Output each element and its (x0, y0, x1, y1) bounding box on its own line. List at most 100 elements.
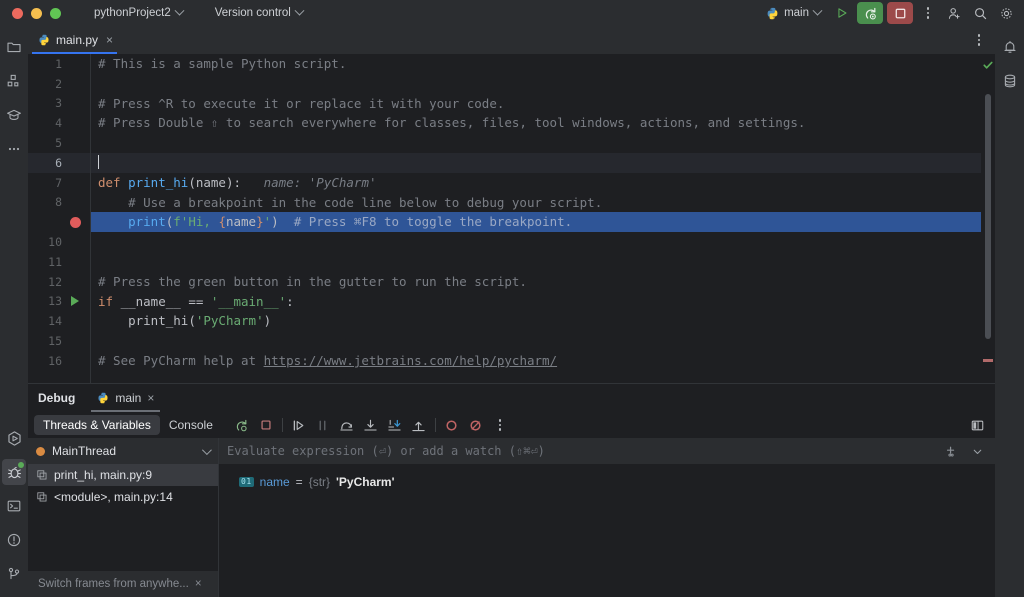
maximize-window-button[interactable] (50, 8, 61, 19)
breakpoint-icon (66, 217, 84, 228)
frames-hint-bar[interactable]: Switch frames from anywhe... × (28, 571, 218, 597)
account-button[interactable] (942, 2, 966, 24)
gutter-row[interactable]: 1 (28, 54, 90, 74)
step-into-button[interactable] (359, 414, 383, 436)
code-line[interactable]: print_hi('PyCharm') (90, 311, 981, 331)
sidebar-item-run[interactable] (2, 425, 26, 451)
evaluate-expression-bar[interactable]: Evaluate expression (⏎) or add a watch (… (219, 438, 995, 464)
debug-session-tab[interactable]: main × (89, 384, 162, 412)
gutter-row[interactable]: 16 (28, 351, 90, 371)
editor-tab-main-py[interactable]: main.py × (28, 26, 121, 54)
code-line[interactable] (90, 232, 981, 252)
thread-selector[interactable]: MainThread (28, 438, 218, 464)
watch-options-button[interactable] (965, 440, 989, 462)
error-stripe-mark[interactable] (983, 359, 993, 362)
resume-icon (291, 418, 306, 433)
mute-breakpoints-button[interactable] (464, 414, 488, 436)
code-line[interactable]: # Press the green button in the gutter t… (90, 272, 981, 292)
code-line[interactable]: def print_hi(name): name: 'PyCharm' (90, 173, 981, 193)
gutter-row[interactable]: 6 (28, 153, 90, 173)
sidebar-item-structure[interactable] (2, 68, 26, 94)
gutter-row[interactable]: 15 (28, 331, 90, 351)
editor-scrollbar-thumb[interactable] (985, 94, 991, 339)
gutter-row[interactable] (28, 212, 90, 232)
gutter-row[interactable]: 12 (28, 272, 90, 292)
sidebar-item-learn[interactable] (2, 102, 26, 128)
sidebar-item-terminal[interactable] (2, 493, 26, 519)
code-token: : (286, 294, 294, 309)
layout-settings-button[interactable] (965, 414, 989, 436)
variable-row[interactable]: 01name={str}'PyCharm' (219, 472, 995, 492)
frames-list[interactable]: print_hi, main.py:9<module>, main.py:14 (28, 464, 218, 508)
force-step-into-button[interactable] (383, 414, 407, 436)
variables-list[interactable]: 01name={str}'PyCharm' (219, 464, 995, 597)
version-control-selector[interactable]: Version control (208, 3, 310, 23)
gutter-row[interactable]: 10 (28, 232, 90, 252)
code-line[interactable] (90, 133, 981, 153)
gutter-row[interactable]: 4 (28, 113, 90, 133)
sidebar-item-debug[interactable] (2, 459, 26, 485)
code-line[interactable]: if __name__ == '__main__': (90, 292, 981, 312)
run-button[interactable] (830, 2, 854, 24)
close-tab-button[interactable]: × (106, 33, 113, 47)
close-session-button[interactable]: × (147, 391, 154, 405)
code-content[interactable]: # This is a sample Python script. # Pres… (90, 54, 981, 383)
run-gutter-icon[interactable] (66, 296, 84, 306)
tab-threads-and-variables[interactable]: Threads & Variables (34, 415, 160, 435)
editor-gutter[interactable]: 1234567810111213141516 (28, 54, 90, 383)
settings-button[interactable] (994, 2, 1018, 24)
evaluate-expression-input[interactable]: Evaluate expression (⏎) or add a watch (… (227, 444, 545, 458)
project-selector[interactable]: pythonProject2 (87, 3, 190, 23)
sidebar-item-project[interactable] (2, 34, 26, 60)
debug-rerun-button[interactable] (230, 414, 254, 436)
add-watch-button[interactable] (939, 440, 963, 462)
close-window-button[interactable] (12, 8, 23, 19)
gutter-row[interactable]: 5 (28, 133, 90, 153)
gutter-row[interactable]: 14 (28, 311, 90, 331)
view-breakpoints-button[interactable] (440, 414, 464, 436)
code-line[interactable]: # Press Double ⇧ to search everywhere fo… (90, 113, 981, 133)
editor-error-stripe[interactable] (981, 54, 995, 383)
sidebar-item-problems[interactable] (2, 527, 26, 553)
editor-options-button[interactable] (967, 29, 991, 51)
gutter-row[interactable]: 7 (28, 173, 90, 193)
frame-list-item[interactable]: print_hi, main.py:9 (28, 464, 218, 486)
frame-list-item[interactable]: <module>, main.py:14 (28, 486, 218, 508)
gutter-row[interactable]: 2 (28, 74, 90, 94)
code-editor[interactable]: 1234567810111213141516 # This is a sampl… (28, 54, 995, 383)
run-configuration-selector[interactable]: main (759, 3, 828, 23)
step-over-button[interactable] (335, 414, 359, 436)
close-hint-button[interactable]: × (195, 578, 202, 590)
code-line[interactable]: # See PyCharm help at https://www.jetbra… (90, 351, 981, 371)
python-file-icon (38, 34, 50, 46)
code-line[interactable] (90, 252, 981, 272)
more-actions-button[interactable] (916, 2, 940, 24)
gutter-row[interactable]: 11 (28, 252, 90, 272)
rerun-debug-button[interactable] (857, 2, 883, 24)
search-everywhere-button[interactable] (968, 2, 992, 24)
step-out-button[interactable] (407, 414, 431, 436)
code-line[interactable] (90, 153, 981, 173)
pause-program-button[interactable] (311, 414, 335, 436)
sidebar-item-more[interactable] (2, 136, 26, 162)
resume-program-button[interactable] (287, 414, 311, 436)
code-line[interactable]: # This is a sample Python script. (90, 54, 981, 74)
sidebar-item-database[interactable] (998, 68, 1022, 94)
sidebar-item-version-control[interactable] (2, 561, 26, 587)
minimize-window-button[interactable] (31, 8, 42, 19)
code-line[interactable]: # Use a breakpoint in the code line belo… (90, 193, 981, 213)
sidebar-item-notifications[interactable] (998, 34, 1022, 60)
tab-console[interactable]: Console (160, 415, 222, 435)
debug-stop-button[interactable] (254, 414, 278, 436)
code-line[interactable] (90, 331, 981, 351)
code-token: ): (226, 175, 241, 190)
debug-more-button[interactable] (488, 414, 512, 436)
gutter-row[interactable]: 3 (28, 94, 90, 114)
gutter-row[interactable]: 13 (28, 292, 90, 312)
stop-button[interactable] (887, 2, 913, 24)
code-line[interactable] (90, 74, 981, 94)
gutter-row[interactable]: 8 (28, 193, 90, 213)
code-line[interactable]: # Press ^R to execute it or replace it w… (90, 94, 981, 114)
left-tool-sidebar (0, 26, 28, 597)
code-line[interactable]: print(f'Hi, {name}') # Press ⌘F8 to togg… (90, 212, 981, 232)
